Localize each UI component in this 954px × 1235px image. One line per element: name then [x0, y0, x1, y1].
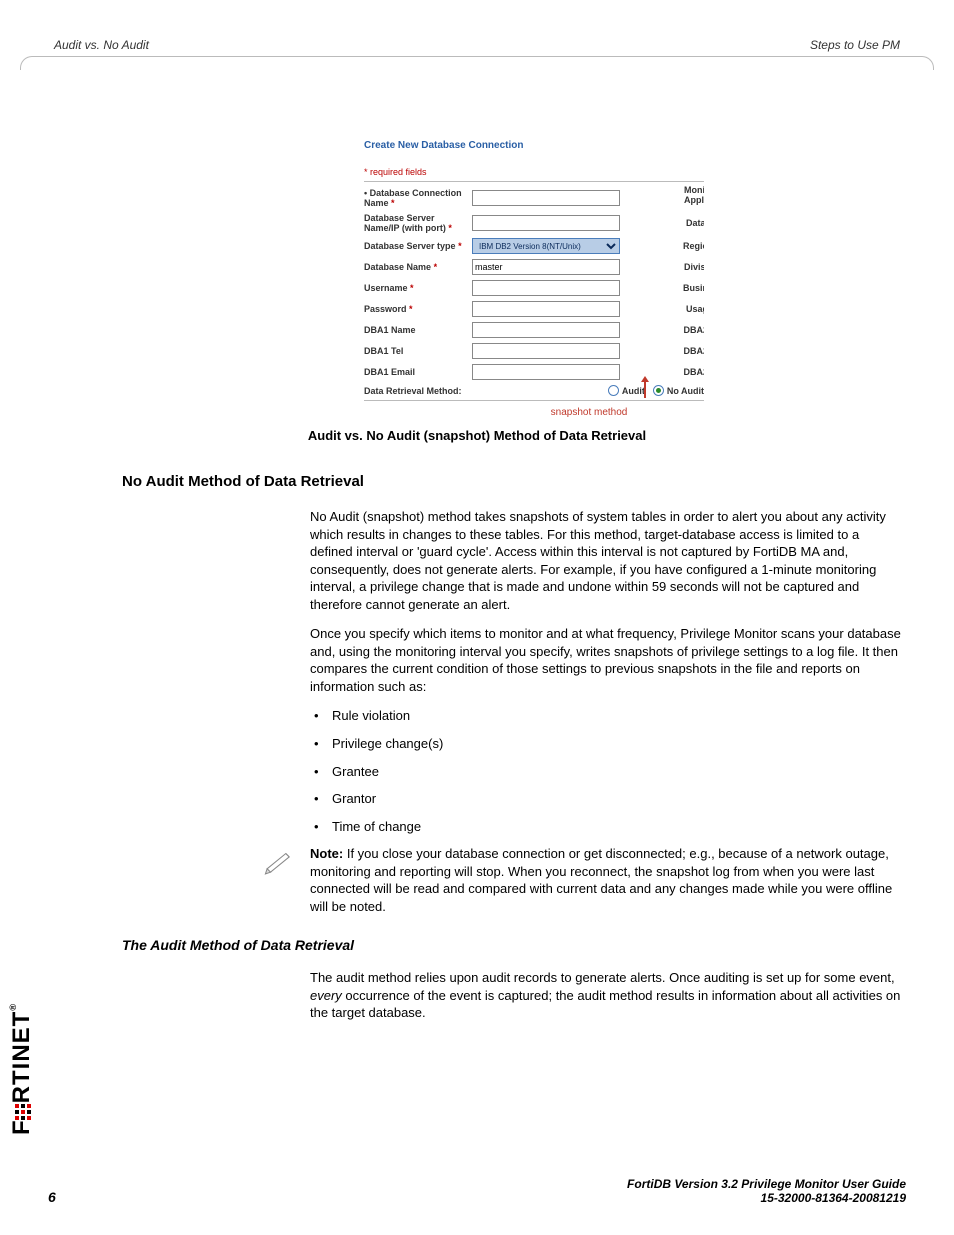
screenshot-form: Create New Database Connection * require…: [364, 140, 704, 418]
label-dba1-tel: DBA1 Tel: [364, 346, 472, 356]
input-dba1-tel[interactable]: [472, 343, 620, 359]
list-item: Grantor: [310, 790, 902, 808]
label-server-type: Database Server type *: [364, 241, 472, 251]
note-icon: [262, 845, 296, 879]
list-item: Privilege change(s): [310, 735, 902, 753]
label-dba1-name: DBA1 Name: [364, 325, 472, 335]
header-rule: [20, 56, 934, 70]
form-divider: [364, 181, 704, 182]
label-password: Password *: [364, 304, 472, 314]
label-username: Username *: [364, 283, 472, 293]
rlabel-dba2b: DBA2: [683, 346, 704, 356]
page-number: 6: [48, 1189, 56, 1205]
input-password[interactable]: [472, 301, 620, 317]
label-server-name: Database Server Name/IP (with port) *: [364, 213, 472, 233]
para-noaudit-1: No Audit (snapshot) method takes snapsho…: [310, 508, 902, 613]
para-noaudit-2: Once you specify which items to monitor …: [310, 625, 902, 695]
label-retrieval-method: Data Retrieval Method:: [364, 386, 494, 396]
radio-audit-label: Audit: [622, 386, 645, 396]
input-username[interactable]: [472, 280, 620, 296]
logo-grid-icon: [10, 1104, 38, 1120]
list-item: Rule violation: [310, 707, 902, 725]
para-audit-1: The audit method relies upon audit recor…: [310, 969, 902, 1022]
heading-audit: The Audit Method of Data Retrieval: [48, 937, 906, 953]
header-left: Audit vs. No Audit: [54, 38, 149, 52]
list-item: Grantee: [310, 763, 902, 781]
list-item: Time of change: [310, 818, 902, 836]
required-note: * required fields: [364, 167, 704, 177]
rlabel-usag: Usag: [686, 304, 704, 314]
footer-text: FortiDB Version 3.2 Privilege Monitor Us…: [627, 1177, 906, 1205]
rlabel-datal: Datal: [686, 218, 704, 228]
rlabel-divisi: Divisi: [684, 262, 704, 272]
label-db-name: Database Name *: [364, 262, 472, 272]
note-text: Note: If you close your database connect…: [310, 845, 898, 915]
input-db-name[interactable]: [472, 259, 620, 275]
rlabel-busin: Busin: [683, 283, 704, 293]
label-connection-name: • Database Connection Name *: [364, 188, 472, 208]
rlabel-regio: Regio: [683, 241, 704, 251]
input-dba1-name[interactable]: [472, 322, 620, 338]
rlabel-monit: MonitAppli: [684, 185, 704, 205]
header-right: Steps to Use PM: [810, 38, 900, 52]
rlabel-dba2c: DBA2: [683, 367, 704, 377]
rlabel-dba2a: DBA2: [683, 325, 704, 335]
input-dba1-email[interactable]: [472, 364, 620, 380]
input-connection-name[interactable]: [472, 190, 620, 206]
fortinet-logo: FRTINET®: [8, 1003, 38, 1135]
bullet-list: Rule violation Privilege change(s) Grant…: [310, 707, 902, 835]
form-title: Create New Database Connection: [364, 140, 704, 151]
form-divider-2: [364, 400, 704, 401]
figure-caption: Audit vs. No Audit (snapshot) Method of …: [48, 428, 906, 443]
input-server-name[interactable]: [472, 215, 620, 231]
radio-no-audit[interactable]: [653, 385, 664, 396]
radio-audit[interactable]: [608, 385, 619, 396]
radio-no-audit-label: No Audit: [667, 386, 704, 396]
label-dba1-email: DBA1 Email: [364, 367, 472, 377]
snapshot-method-label: snapshot method: [364, 407, 704, 418]
heading-no-audit: No Audit Method of Data Retrieval: [48, 473, 906, 490]
select-server-type[interactable]: IBM DB2 Version 8(NT/Unix): [472, 238, 620, 254]
